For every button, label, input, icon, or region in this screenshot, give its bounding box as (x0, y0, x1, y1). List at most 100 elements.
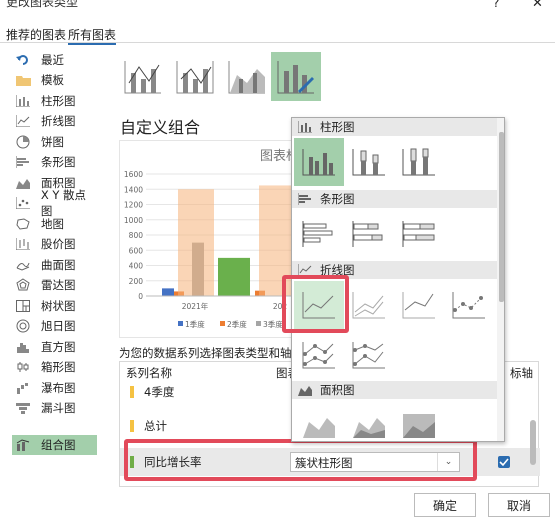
folder-icon (15, 73, 31, 87)
sidebar-item-label: 最近 (41, 53, 64, 67)
area-option-icon (303, 418, 335, 438)
percent-stacked-line-markers-icon (352, 342, 385, 369)
option-stacked-area[interactable] (344, 401, 394, 441)
close-button[interactable]: ✕ (532, 0, 543, 11)
sidebar-item-label: 漏斗图 (41, 401, 76, 415)
option-clustered-column[interactable] (294, 138, 344, 186)
sidebar-item-label: 柱形图 (41, 94, 76, 108)
title-bar: 更改图表类型 ? ✕ (0, 0, 555, 20)
combo-column-line-secondary-icon (176, 60, 214, 93)
option-stacked-line[interactable] (344, 281, 394, 329)
sidebar-item-surface[interactable]: 曲面图 (12, 255, 97, 275)
sidebar-item-label: 曲面图 (41, 258, 76, 272)
sidebar-item-treemap[interactable]: 树状图 (12, 296, 97, 316)
sidebar-item-stock[interactable]: 股价图 (12, 234, 97, 254)
combo-subtype-custom[interactable] (271, 52, 321, 101)
option-100-stacked-area[interactable] (394, 401, 444, 441)
combo-subtype-2[interactable] (170, 52, 220, 101)
percent-stacked-line-icon (402, 292, 435, 319)
stacked-line-icon (352, 292, 385, 319)
sidebar-item-templates[interactable]: 模板 (12, 70, 97, 90)
tab-bar: 推荐的图表 所有图表 (0, 22, 555, 45)
sidebar-item-map[interactable]: 地图 (12, 214, 97, 234)
help-button[interactable]: ? (493, 0, 499, 10)
sidebar-item-label: 饼图 (41, 135, 64, 149)
area-chart-icon (15, 176, 31, 190)
sidebar-item-label: 组合图 (41, 438, 76, 452)
sidebar-item-boxwhisker[interactable]: 箱形图 (12, 357, 97, 377)
dropdown-scrollbar[interactable] (497, 118, 504, 441)
sidebar-item-label: 模板 (41, 73, 64, 87)
legend-swatch (220, 321, 225, 326)
ok-button[interactable]: 确定 (414, 493, 476, 517)
chart-bar (218, 257, 250, 296)
box-whisker-icon (15, 360, 31, 374)
dropdown-group-column: 柱形图 (292, 118, 497, 136)
combo-subtype-3[interactable] (222, 52, 272, 101)
y-tick-label: 400 (129, 262, 144, 271)
y-tick-label: 1200 (124, 201, 143, 210)
option-stacked-column[interactable] (344, 138, 394, 186)
option-clustered-bar[interactable] (294, 210, 344, 258)
treemap-icon (15, 299, 31, 313)
option-100-stacked-line[interactable] (394, 281, 444, 329)
stacked-column-icon (352, 149, 385, 176)
sidebar-item-recent[interactable]: 最近 (12, 50, 97, 70)
option-100-stacked-line-markers[interactable] (344, 331, 394, 379)
chart-preview: 图表标 1600 1400 1200 1000 800 600 400 200 0 2021年 202… (119, 140, 299, 338)
series-instruction: 为您的数据系列选择图表类型和轴: (119, 346, 296, 360)
column-group-icon (297, 121, 312, 134)
y-tick-label: 1400 (124, 185, 143, 194)
series-color-swatch (130, 386, 134, 398)
y-tick-label: 600 (129, 246, 144, 255)
column-chart-icon (15, 94, 31, 108)
sidebar-item-label: 旭日图 (41, 319, 76, 333)
series-color-swatch (130, 420, 134, 432)
highlight-box-row (124, 439, 477, 481)
bar-chart-icon (15, 155, 31, 169)
sidebar-item-combo[interactable]: 组合图 (12, 435, 97, 455)
sidebar-item-label: 地图 (41, 217, 64, 231)
sidebar-item-pie[interactable]: 饼图 (12, 132, 97, 152)
table-scrollbar[interactable] (530, 420, 536, 465)
stacked-area-icon (353, 418, 385, 438)
sidebar-item-column[interactable]: 柱形图 (12, 91, 97, 111)
cancel-button[interactable]: 取消 (488, 493, 550, 517)
option-line-markers[interactable] (444, 281, 494, 329)
secondary-axis-checkbox[interactable] (498, 456, 510, 468)
option-100-stacked-bar[interactable] (394, 210, 444, 258)
scatter-chart-icon (15, 196, 31, 210)
option-100-stacked-column[interactable] (394, 138, 444, 186)
dropdown-group-bar: 条形图 (292, 190, 497, 208)
tab-recommended[interactable]: 推荐的图表 (6, 26, 66, 43)
sidebar-item-scatter[interactable]: X Y 散点图 (12, 188, 97, 218)
sunburst-icon (15, 319, 31, 333)
option-stacked-line-markers[interactable] (294, 331, 344, 379)
combo-custom-icon (277, 60, 314, 93)
sidebar-item-label: 雷达图 (41, 278, 76, 292)
chart-bar (162, 288, 174, 296)
sidebar-item-bar[interactable]: 条形图 (12, 152, 97, 172)
x-tick-label: 2021年 (182, 301, 209, 311)
dropdown-group-area: 面积图 (292, 381, 497, 399)
sidebar-item-funnel[interactable]: 漏斗图 (12, 398, 97, 418)
line-markers-icon (452, 292, 485, 319)
sidebar-item-histogram[interactable]: 直方图 (12, 337, 97, 357)
sidebar-item-label: 瀑布图 (41, 381, 76, 395)
sidebar-item-radar[interactable]: 雷达图 (12, 275, 97, 295)
line-chart-icon (15, 114, 31, 128)
sidebar-item-line[interactable]: 折线图 (12, 111, 97, 131)
legend-label: 2季度 (227, 319, 247, 329)
dropdown-group-label: 条形图 (320, 192, 355, 206)
combo-column-line-icon (124, 60, 161, 93)
undo-icon (15, 53, 31, 67)
option-stacked-bar[interactable] (344, 210, 394, 258)
combo-subtype-1[interactable] (118, 52, 168, 101)
dropdown-scroll-thumb[interactable] (499, 132, 504, 302)
stacked-bar-icon (352, 221, 383, 247)
sidebar-item-waterfall[interactable]: 瀑布图 (12, 378, 97, 398)
option-area[interactable] (294, 401, 344, 441)
stock-chart-icon (15, 237, 31, 251)
sidebar-item-sunburst[interactable]: 旭日图 (12, 316, 97, 336)
combo-chart-icon (15, 438, 31, 452)
